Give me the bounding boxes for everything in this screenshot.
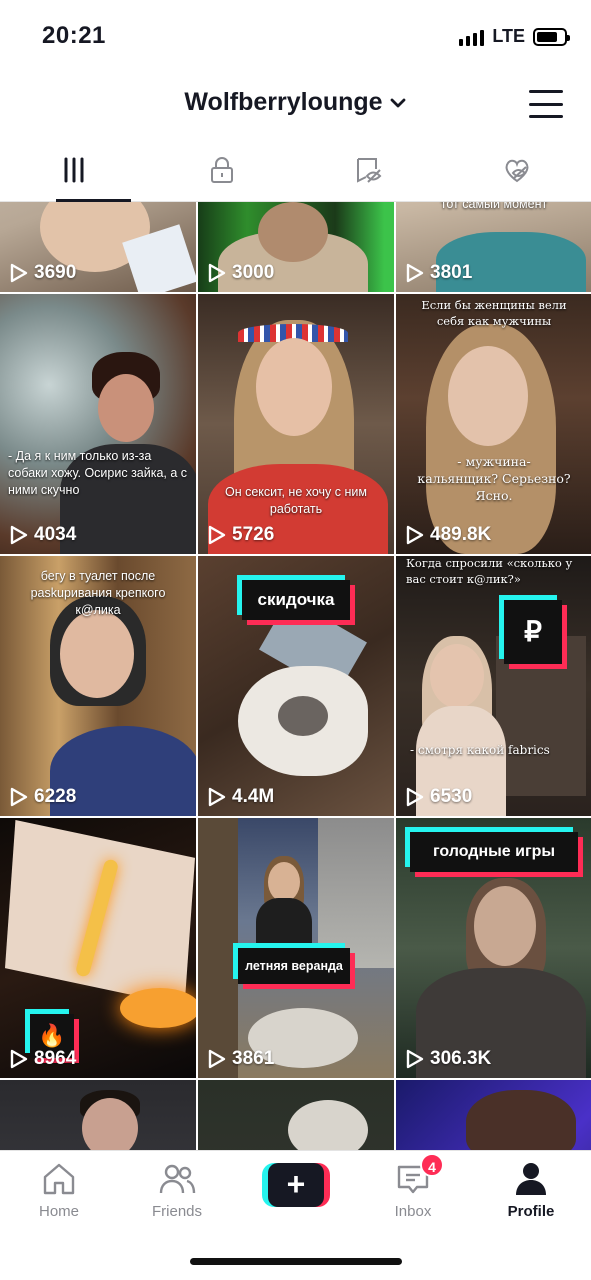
network-type: LTE — [492, 26, 525, 46]
play-icon — [208, 525, 226, 545]
play-icon — [208, 263, 226, 283]
nav-home[interactable]: Home — [4, 1159, 114, 1220]
profile-icon — [516, 1163, 546, 1195]
play-icon — [406, 525, 424, 545]
view-count: 3690 — [34, 262, 77, 283]
play-icon — [10, 1049, 28, 1069]
view-count: 3861 — [232, 1048, 275, 1069]
video-caption: бегу в туалет после paskuривания крепког… — [30, 569, 166, 617]
video-tile[interactable] — [396, 1080, 591, 1150]
status-bar: 20:21 LTE — [0, 0, 591, 72]
nav-home-label: Home — [38, 1203, 79, 1220]
account-switcher[interactable]: Wolfberrylounge — [0, 88, 591, 117]
tab-hidden[interactable] — [296, 138, 444, 201]
home-indicator — [190, 1258, 402, 1265]
play-icon — [208, 787, 226, 807]
ruble-sticker: ₽ — [504, 600, 562, 664]
nav-friends[interactable]: Friends — [122, 1159, 232, 1220]
video-caption: голодные игры — [410, 832, 578, 872]
menu-icon[interactable] — [529, 90, 563, 118]
video-tile[interactable]: тот самый момент 3801 — [396, 202, 591, 292]
view-count: 8964 — [34, 1048, 77, 1069]
play-icon — [406, 1049, 424, 1069]
home-icon — [43, 1163, 75, 1195]
play-icon — [406, 263, 424, 283]
video-tile[interactable]: летняя веранда 3861 — [198, 818, 394, 1078]
video-caption: - смотря какой fabrics — [410, 743, 550, 757]
video-caption: - Да я к ним только из-за собаки хожу. О… — [8, 449, 188, 497]
username: Wolfberrylounge — [184, 88, 383, 116]
video-tile[interactable]: 🔥 8964 — [0, 818, 196, 1078]
nav-profile[interactable]: Profile — [476, 1159, 586, 1220]
profile-header: Wolfberrylounge — [0, 72, 591, 138]
grid-icon — [64, 157, 84, 182]
nav-inbox[interactable]: 4 Inbox — [358, 1153, 468, 1220]
eye-slash-icon — [357, 157, 382, 183]
video-tile[interactable]: 3690 — [0, 202, 196, 292]
view-count: 3000 — [232, 262, 275, 283]
video-tile[interactable]: 3000 — [198, 202, 394, 292]
view-count: 4.4M — [232, 786, 275, 807]
play-icon — [406, 787, 424, 807]
play-icon — [10, 787, 28, 807]
lock-icon — [210, 156, 233, 183]
plus-icon: + — [268, 1163, 324, 1207]
video-tile[interactable]: скидочка 4.4M — [198, 556, 394, 816]
battery-icon — [533, 27, 570, 46]
video-caption: летняя веранда — [238, 948, 350, 984]
friends-icon — [159, 1164, 196, 1194]
nav-inbox-label: Inbox — [394, 1203, 432, 1220]
view-count: 6228 — [34, 786, 77, 807]
inbox-badge: 4 — [420, 1153, 444, 1177]
video-tile[interactable]: Он сексит, не хочу с ним работать 5726 — [198, 294, 394, 554]
chevron-down-icon — [390, 98, 405, 107]
video-tile[interactable] — [0, 1080, 196, 1150]
video-tile[interactable] — [198, 1080, 394, 1150]
video-grid: 3690 3000 тот самый момент 3801 - Да я к… — [0, 202, 591, 1150]
video-caption: Он сексит, не хочу с ним работать — [225, 485, 367, 516]
profile-tabs — [0, 138, 591, 202]
play-icon — [10, 525, 28, 545]
heart-hidden-icon — [505, 159, 529, 182]
tab-private[interactable] — [148, 138, 296, 201]
tab-liked[interactable] — [443, 138, 591, 201]
nav-friends-label: Friends — [151, 1203, 203, 1220]
view-count: 489.8K — [430, 524, 492, 545]
signal-icon — [459, 28, 485, 46]
video-tile[interactable]: - Да я к ним только из-за собаки хожу. О… — [0, 294, 196, 554]
view-count: 306.3K — [430, 1048, 492, 1069]
video-tile[interactable]: голодные игры 306.3K — [396, 818, 591, 1078]
play-icon — [10, 263, 28, 283]
video-caption-top: Когда спросили «сколько у вас стоит к@ли… — [406, 556, 573, 586]
video-caption-top: Если бы женщины вели себя как мужчины — [421, 298, 567, 328]
video-caption: скидочка — [242, 580, 350, 620]
video-caption: тот самый момент — [440, 202, 548, 211]
video-tile[interactable]: бегу в туалет после paskuривания крепког… — [0, 556, 196, 816]
play-icon — [208, 1049, 226, 1069]
status-time: 20:21 — [42, 22, 106, 49]
video-caption: - мужчина- кальянщик? Серьезно? Ясно. — [417, 454, 571, 503]
video-tile[interactable]: Когда спросили «сколько у вас стоит к@ли… — [396, 556, 591, 816]
view-count: 3801 — [430, 262, 473, 283]
view-count: 6530 — [430, 786, 473, 807]
tab-videos[interactable] — [0, 138, 148, 202]
video-tile[interactable]: Если бы женщины вели себя как мужчины - … — [396, 294, 591, 554]
view-count: 5726 — [232, 524, 275, 545]
create-button[interactable]: + — [262, 1163, 330, 1207]
nav-profile-label: Profile — [507, 1203, 555, 1220]
view-count: 4034 — [34, 524, 77, 545]
